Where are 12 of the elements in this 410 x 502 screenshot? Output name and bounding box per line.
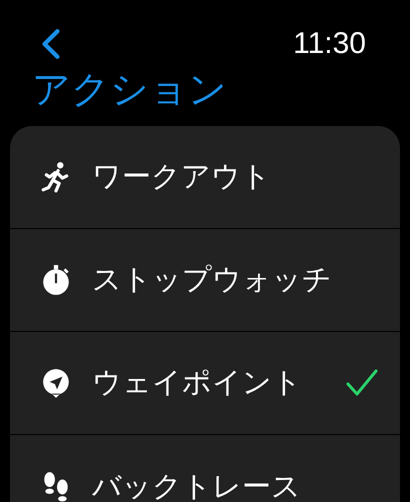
list-item[interactable]: ストップウォッチ	[10, 229, 400, 332]
item-label: ストップウォッチ	[92, 261, 333, 298]
list-item[interactable]: ワークアウト	[10, 126, 400, 229]
item-label: バックトレース	[92, 468, 302, 502]
list-item[interactable]: ウェイポイント	[10, 332, 400, 435]
item-label: ウェイポイント	[92, 364, 303, 401]
item-label: ワークアウト	[92, 158, 272, 195]
list-item[interactable]: バックトレース	[10, 435, 400, 502]
clock-time: 11:30	[293, 27, 366, 61]
page-title: アクション	[31, 66, 228, 113]
stopwatch-icon	[40, 264, 72, 296]
back-icon[interactable]	[40, 28, 62, 60]
